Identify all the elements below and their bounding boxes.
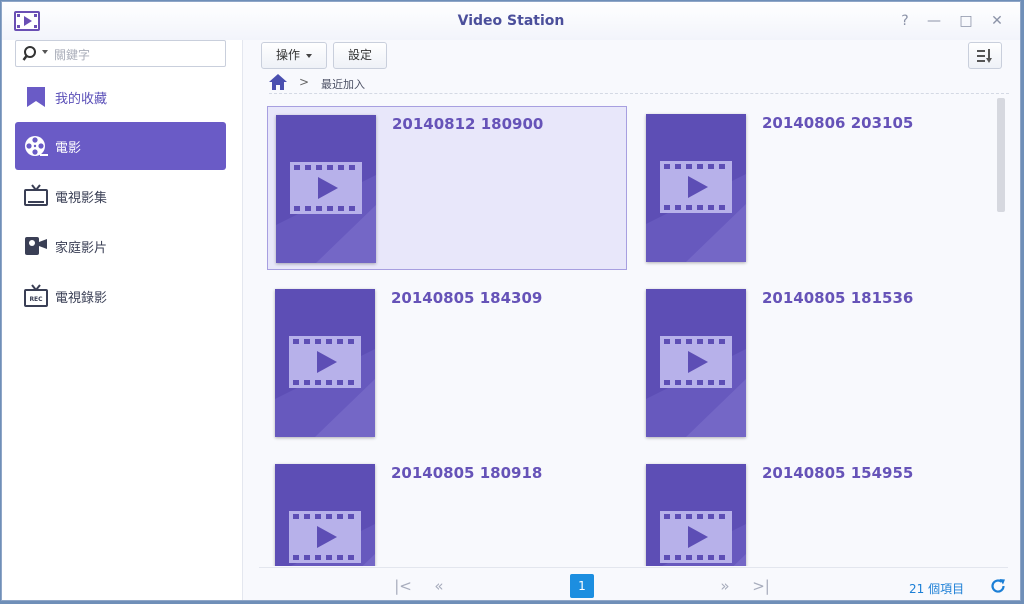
sidebar-item-label: 我的收藏 [55, 92, 108, 107]
video-card[interactable]: 20140805 181536 [638, 281, 998, 445]
video-title: 20140805 181536 [762, 289, 914, 307]
video-poster [646, 114, 746, 262]
action-menu-button[interactable]: 操作 [261, 42, 327, 69]
video-card[interactable]: 20140806 203105 [638, 106, 998, 270]
last-page-icon[interactable]: >| [749, 574, 773, 598]
video-card[interactable]: 20140805 184309 [267, 281, 627, 445]
video-card[interactable]: 20140805 180918 [267, 456, 627, 566]
help-icon[interactable]: ? [895, 11, 915, 31]
video-poster [276, 115, 376, 263]
minimize-icon[interactable]: — [924, 11, 944, 31]
maximize-icon[interactable]: □ [956, 11, 976, 31]
breadcrumb-current[interactable]: 最近加入 [321, 76, 365, 92]
action-button-label: 操作 [275, 48, 300, 62]
video-title: 20140805 154955 [762, 464, 914, 482]
sidebar-item-favorites[interactable]: 我的收藏 [15, 73, 226, 121]
settings-button[interactable]: 設定 [333, 42, 387, 69]
tv-icon [24, 184, 48, 206]
film-reel-icon [25, 136, 48, 156]
sidebar-item-tv-recordings[interactable]: REC 電視錄影 [15, 272, 226, 320]
vertical-scrollbar[interactable] [997, 98, 1005, 212]
sidebar: 我的收藏 電影 電視影集 [2, 40, 243, 600]
home-icon[interactable] [269, 74, 287, 90]
video-poster [275, 289, 375, 437]
pagination-bar: |< « 1 » >| 21 個項目 [259, 567, 1008, 600]
next-page-icon[interactable]: » [713, 574, 737, 598]
breadcrumb: > 最近加入 [269, 73, 1009, 94]
chevron-right-icon: > [299, 75, 310, 89]
video-title: 20140812 180900 [392, 115, 544, 133]
video-grid: 20140812 180900 20140806 203105 20140805… [267, 106, 1007, 566]
video-card[interactable]: 20140805 154955 [638, 456, 998, 566]
video-title: 20140805 180918 [391, 464, 543, 482]
page-number-current[interactable]: 1 [570, 574, 594, 598]
video-poster [646, 464, 746, 566]
close-icon[interactable]: ✕ [987, 11, 1007, 31]
sidebar-item-label: 電影 [55, 141, 82, 156]
video-poster [646, 289, 746, 437]
sidebar-item-label: 電視影集 [55, 191, 108, 206]
sidebar-item-home-videos[interactable]: 家庭影片 [15, 222, 226, 270]
sort-icon [977, 48, 992, 63]
video-title: 20140806 203105 [762, 114, 914, 132]
video-station-window: Video Station ? — □ ✕ 我的收藏 [1, 1, 1021, 601]
item-count: 21 個項目 [909, 582, 965, 596]
title-bar[interactable]: Video Station ? — □ ✕ [2, 2, 1020, 41]
search-input[interactable] [52, 44, 221, 65]
sidebar-item-label: 家庭影片 [55, 241, 108, 256]
bookmark-icon [27, 87, 45, 107]
video-poster [275, 464, 375, 566]
search-icon [22, 46, 36, 61]
tv-recording-icon: REC [24, 284, 48, 307]
refresh-icon[interactable] [989, 577, 1007, 595]
video-title: 20140805 184309 [391, 289, 543, 307]
search-box[interactable] [15, 40, 226, 67]
previous-page-icon[interactable]: « [427, 574, 451, 598]
search-options-caret-icon[interactable] [42, 50, 48, 54]
sidebar-item-movies[interactable]: 電影 [15, 122, 226, 170]
sort-button[interactable] [968, 42, 1002, 69]
svg-text:REC: REC [29, 296, 43, 303]
first-page-icon[interactable]: |< [391, 574, 415, 598]
camcorder-icon [25, 237, 47, 255]
video-card[interactable]: 20140812 180900 [267, 106, 627, 270]
main-content: 操作 設定 > 最近加入 20140812 180900 20140806 20… [243, 40, 1020, 600]
window-title: Video Station [457, 13, 565, 29]
sidebar-item-tv-shows[interactable]: 電視影集 [15, 172, 226, 220]
sidebar-item-label: 電視錄影 [55, 291, 108, 306]
chevron-down-icon [306, 53, 312, 58]
